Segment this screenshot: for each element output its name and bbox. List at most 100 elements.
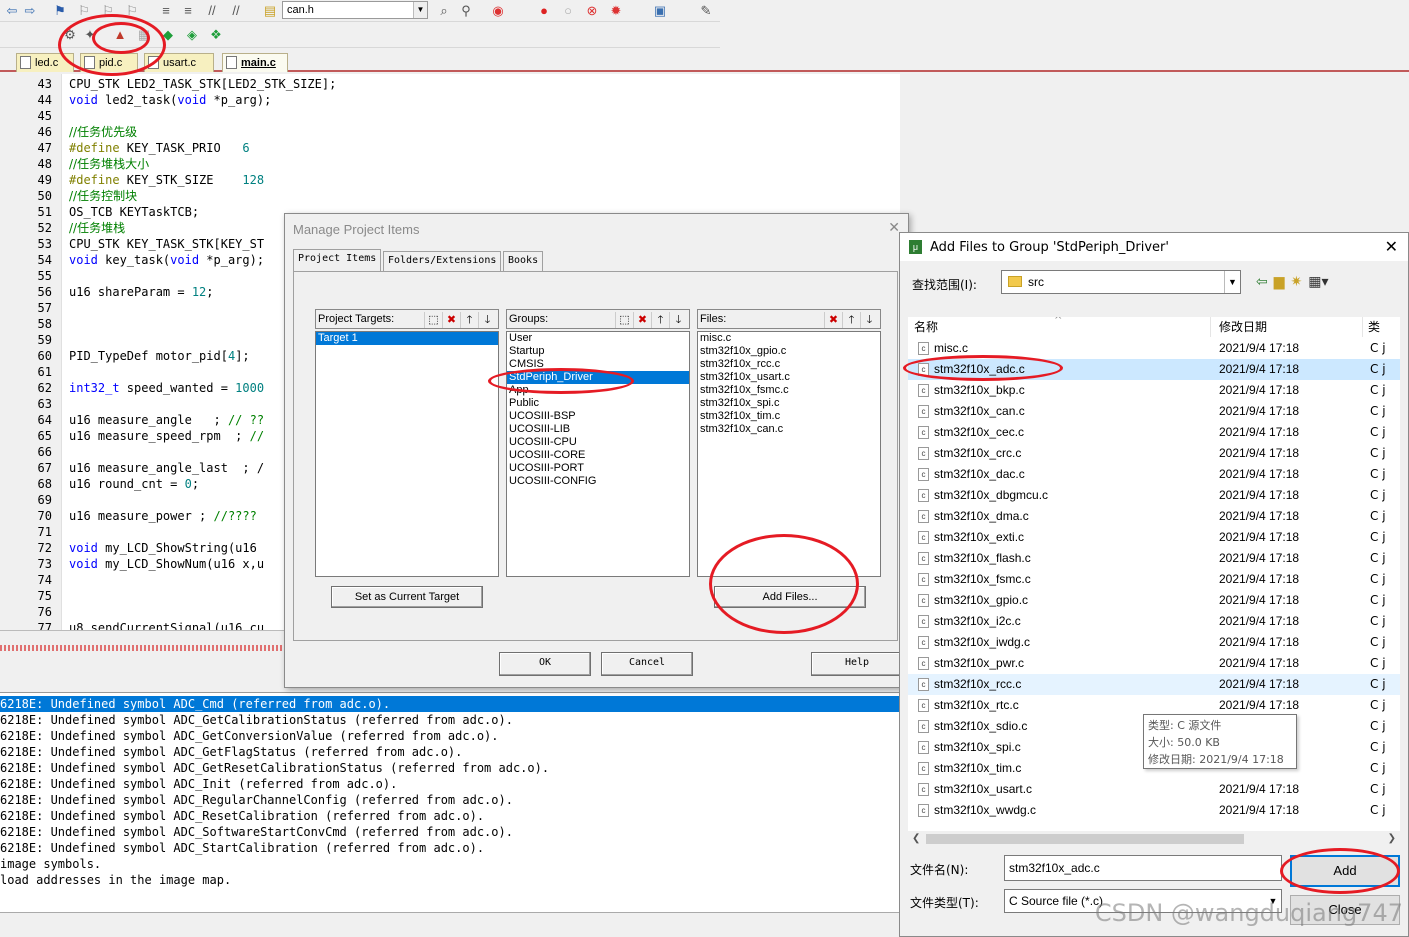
incremental-find-icon[interactable]: ⚲: [458, 3, 474, 19]
files-list[interactable]: misc.c stm32f10x_gpio.c stm32f10x_rcc.c stm…: [697, 331, 881, 577]
list-item[interactable]: stm32f10x_tim.c: [698, 410, 880, 423]
delete-file-icon[interactable]: ✖: [824, 312, 842, 328]
tab-led-c[interactable]: led.c: [16, 53, 74, 72]
new-group-icon[interactable]: ⬚: [615, 312, 633, 328]
ok-button[interactable]: OK: [499, 652, 591, 676]
filename-input[interactable]: stm32f10x_adc.c: [1004, 855, 1282, 881]
cancel-button[interactable]: Cancel: [601, 652, 693, 676]
wizard-icon[interactable]: ✦: [82, 27, 98, 43]
file-row[interactable]: c stm32f10x_i2c.c 2021/9/4 17:18 C j: [908, 611, 1400, 632]
file-row[interactable]: c stm32f10x_fsmc.c 2021/9/4 17:18 C j: [908, 569, 1400, 590]
list-item[interactable]: UCOSIII-CONFIG: [507, 475, 689, 488]
output-line[interactable]: 6218E: Undefined symbol ADC_SoftwareStar…: [0, 824, 900, 840]
list-item[interactable]: stm32f10x_usart.c: [698, 371, 880, 384]
find-in-files-icon[interactable]: ▤: [262, 3, 278, 19]
horizontal-scrollbar[interactable]: ❮ ❯: [908, 831, 1400, 847]
comment-icon[interactable]: //: [204, 3, 220, 19]
bookmark-next-icon[interactable]: ⚐: [100, 3, 116, 19]
delete-target-icon[interactable]: ✖: [442, 312, 460, 328]
file-row[interactable]: c stm32f10x_usart.c 2021/9/4 17:18 C j: [908, 779, 1400, 800]
rte-icon[interactable]: ◈: [184, 27, 200, 43]
up-folder-icon[interactable]: ▆: [1274, 273, 1285, 289]
list-item[interactable]: CMSIS: [507, 358, 689, 371]
unindent-icon[interactable]: ≡: [180, 3, 196, 19]
file-row[interactable]: c stm32f10x_pwr.c 2021/9/4 17:18 C j: [908, 653, 1400, 674]
file-row[interactable]: c stm32f10x_dma.c 2021/9/4 17:18 C j: [908, 506, 1400, 527]
find-icon[interactable]: ⌕: [436, 3, 452, 19]
tab-books[interactable]: Books: [503, 251, 544, 271]
file-row[interactable]: c misc.c 2021/9/4 17:18 C j: [908, 338, 1400, 359]
list-item[interactable]: UCOSIII-CORE: [507, 449, 689, 462]
add-files-button[interactable]: Add Files...: [714, 586, 866, 608]
list-item[interactable]: UCOSIII-LIB: [507, 423, 689, 436]
delete-group-icon[interactable]: ✖: [633, 312, 651, 328]
pack-installer-icon[interactable]: ◆: [160, 27, 176, 43]
scroll-left-icon[interactable]: ❮: [912, 831, 920, 847]
uncomment-icon[interactable]: //: [228, 3, 244, 19]
bookmark-prev-icon[interactable]: ⚐: [76, 3, 92, 19]
move-up-icon[interactable]: 🡑: [460, 312, 478, 328]
window-layout-icon[interactable]: ▣: [652, 3, 668, 19]
list-item[interactable]: stm32f10x_fsmc.c: [698, 384, 880, 397]
output-line[interactable]: 6218E: Undefined symbol ADC_GetConversio…: [0, 728, 900, 744]
list-item[interactable]: UCOSIII-BSP: [507, 410, 689, 423]
targets-list[interactable]: Target 1: [315, 331, 499, 577]
column-name-header[interactable]: 名称: [914, 317, 938, 337]
file-row[interactable]: c stm32f10x_flash.c 2021/9/4 17:18 C j: [908, 548, 1400, 569]
list-item[interactable]: App: [507, 384, 689, 397]
list-item[interactable]: stm32f10x_rcc.c: [698, 358, 880, 371]
output-line[interactable]: 6218E: Undefined symbol ADC_GetFlagStatu…: [0, 744, 900, 760]
file-row[interactable]: c stm32f10x_crc.c 2021/9/4 17:18 C j: [908, 443, 1400, 464]
configure-icon[interactable]: ✎: [698, 3, 714, 19]
list-item[interactable]: Public: [507, 397, 689, 410]
breakpoint-icon[interactable]: ●: [536, 3, 552, 19]
list-item[interactable]: stm32f10x_can.c: [698, 423, 880, 436]
file-row[interactable]: c stm32f10x_dbgmcu.c 2021/9/4 17:18 C j: [908, 485, 1400, 506]
output-line[interactable]: 6218E: Undefined symbol ADC_Cmd (referre…: [0, 696, 900, 712]
output-line[interactable]: 6218E: Undefined symbol ADC_ResetCalibra…: [0, 808, 900, 824]
list-item[interactable]: misc.c: [698, 332, 880, 345]
tab-project-items[interactable]: Project Items: [293, 249, 382, 272]
scroll-right-icon[interactable]: ❯: [1388, 831, 1396, 847]
breakpoint-disable-icon[interactable]: ○: [560, 3, 576, 19]
file-combo[interactable]: can.h ▼: [282, 1, 428, 19]
column-type-header[interactable]: 类: [1368, 317, 1380, 337]
file-row[interactable]: c stm32f10x_wwdg.c 2021/9/4 17:18 C j: [908, 800, 1400, 821]
file-row[interactable]: c stm32f10x_iwdg.c 2021/9/4 17:18 C j: [908, 632, 1400, 653]
forward-arrow-icon[interactable]: ⇨: [22, 3, 38, 19]
tab-main-c[interactable]: main.c: [222, 53, 288, 72]
file-row[interactable]: c stm32f10x_can.c 2021/9/4 17:18 C j: [908, 401, 1400, 422]
close-icon[interactable]: ✕: [1385, 237, 1398, 257]
file-row[interactable]: c stm32f10x_rcc.c 2021/9/4 17:18 C j: [908, 674, 1400, 695]
help-button[interactable]: Help: [811, 652, 903, 676]
output-line[interactable]: 6218E: Undefined symbol ADC_StartCalibra…: [0, 840, 900, 856]
list-item[interactable]: Target 1: [316, 332, 498, 345]
output-line[interactable]: 6218E: Undefined symbol ADC_GetResetCali…: [0, 760, 900, 776]
groups-list[interactable]: User Startup CMSIS StdPeriph_Driver App Publi…: [506, 331, 690, 577]
file-row[interactable]: c stm32f10x_gpio.c 2021/9/4 17:18 C j: [908, 590, 1400, 611]
indent-icon[interactable]: ≡: [158, 3, 174, 19]
tab-pid-c[interactable]: pid.c: [80, 53, 138, 72]
move-down-icon[interactable]: 🡓: [478, 312, 496, 328]
column-divider[interactable]: [1362, 317, 1363, 337]
column-divider[interactable]: [1210, 317, 1211, 337]
back-icon[interactable]: ⇦: [1256, 273, 1268, 289]
move-up-icon[interactable]: 🡑: [842, 312, 860, 328]
output-line[interactable]: 6218E: Undefined symbol ADC_RegularChann…: [0, 792, 900, 808]
manage-project-items-icon[interactable]: ▲: [112, 27, 128, 43]
list-item[interactable]: User: [507, 332, 689, 345]
breakpoint-kill-icon[interactable]: ✹: [608, 3, 624, 19]
components-icon[interactable]: ❖: [208, 27, 224, 43]
file-row[interactable]: c stm32f10x_rtc.c 2021/9/4 17:18 C j: [908, 695, 1400, 716]
lookin-select[interactable]: src ▼: [1001, 270, 1241, 294]
list-item[interactable]: stm32f10x_spi.c: [698, 397, 880, 410]
output-line[interactable]: 6218E: Undefined symbol ADC_Init (referr…: [0, 776, 900, 792]
output-line[interactable]: load addresses in the image map.: [0, 872, 900, 888]
list-item[interactable]: stm32f10x_gpio.c: [698, 345, 880, 358]
list-item[interactable]: StdPeriph_Driver: [507, 371, 689, 384]
list-item[interactable]: UCOSIII-CPU: [507, 436, 689, 449]
list-item[interactable]: UCOSIII-PORT: [507, 462, 689, 475]
move-up-icon[interactable]: 🡑: [651, 312, 669, 328]
file-row[interactable]: c stm32f10x_adc.c 2021/9/4 17:18 C j: [908, 359, 1400, 380]
output-line[interactable]: 6218E: Undefined symbol ADC_GetCalibrati…: [0, 712, 900, 728]
